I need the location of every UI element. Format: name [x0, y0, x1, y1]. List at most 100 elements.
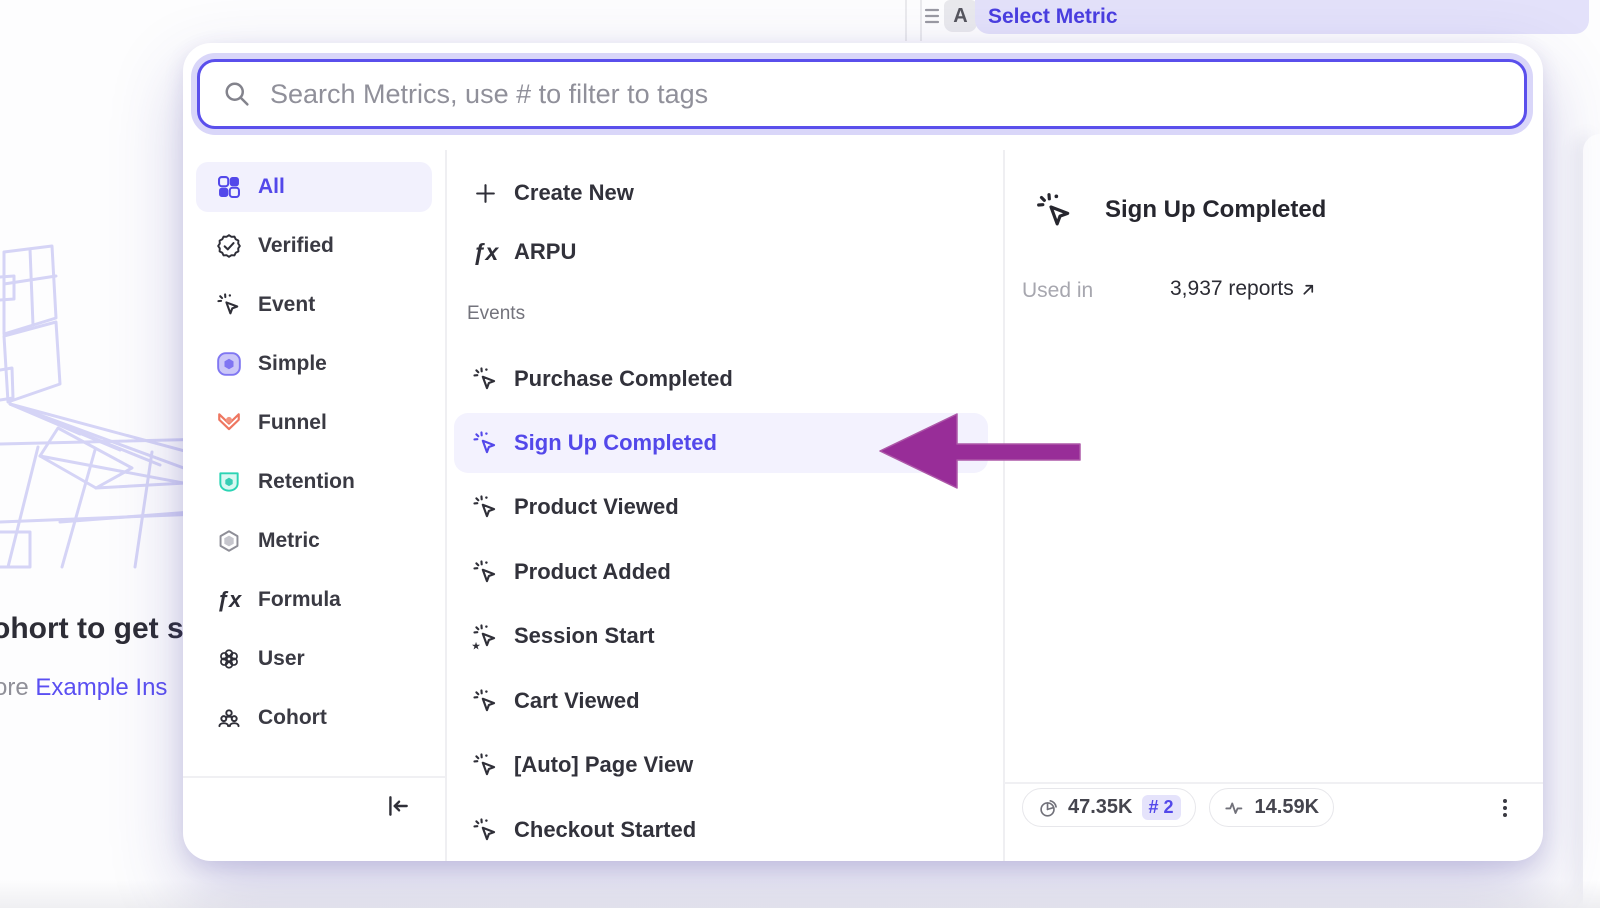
- list-item-cart-viewed[interactable]: Cart Viewed: [454, 671, 988, 731]
- simple-icon: [216, 351, 242, 377]
- sidebar-item-user[interactable]: User: [196, 634, 432, 684]
- event-cursor-icon: [472, 688, 499, 715]
- list-item-label: Product Viewed: [514, 494, 679, 520]
- event-cursor-icon: [472, 752, 499, 779]
- sidebar-item-label: Formula: [258, 588, 341, 612]
- collapse-sidebar-button[interactable]: [383, 791, 413, 821]
- plus-icon: [472, 180, 499, 207]
- sidebar-item-simple[interactable]: Simple: [196, 339, 432, 389]
- category-sidebar: All Verified Event Simple: [196, 162, 432, 752]
- external-link-icon: [1301, 282, 1316, 297]
- panel-divider: [905, 0, 907, 41]
- events-section-header: Events: [467, 303, 525, 325]
- sidebar-item-label: Simple: [258, 352, 327, 376]
- list-item-label: Product Added: [514, 559, 671, 585]
- more-options-button[interactable]: [1488, 791, 1522, 825]
- list-item-purchase-completed[interactable]: Purchase Completed: [454, 349, 988, 409]
- collapse-left-icon: [385, 793, 411, 819]
- rank-chip: # 2: [1142, 795, 1181, 820]
- grid-icon: [216, 174, 242, 200]
- metric-hexagon-icon: [216, 528, 242, 554]
- list-item-label: Checkout Started: [514, 817, 696, 843]
- formula-fx-icon: ƒx: [216, 587, 242, 613]
- page-bottom-shadow: [0, 880, 1600, 908]
- subtext-prefix: ore: [0, 674, 35, 701]
- drag-handle-icon[interactable]: [923, 4, 943, 28]
- sidebar-item-event[interactable]: Event: [196, 280, 432, 330]
- sidebar-item-label: Retention: [258, 470, 355, 494]
- event-cursor-icon: [472, 559, 499, 586]
- stat-badges: 47.35K # 2 14.59K: [1022, 788, 1334, 827]
- list-item-session-start[interactable]: ★ Session Start: [454, 606, 988, 666]
- search-icon: [222, 79, 252, 109]
- event-cursor-icon: [472, 366, 499, 393]
- search-input[interactable]: [270, 62, 1524, 126]
- list-item-label: Session Start: [514, 623, 655, 649]
- event-cursor-star-icon: ★: [472, 623, 499, 650]
- sidebar-item-metric[interactable]: Metric: [196, 516, 432, 566]
- user-cluster-icon: [216, 646, 242, 672]
- select-metric-bar[interactable]: Select Metric: [975, 0, 1589, 34]
- empty-state-subtext: ore Example Ins: [0, 674, 167, 702]
- reports-count: 3,937 reports: [1170, 277, 1294, 301]
- list-item-label: Cart Viewed: [514, 688, 640, 714]
- kebab-menu-icon: [1493, 796, 1517, 820]
- sidebar-item-label: Cohort: [258, 706, 327, 730]
- panel-divider: [920, 0, 922, 41]
- sidebar-item-funnel[interactable]: Funnel: [196, 398, 432, 448]
- list-item-label: ARPU: [514, 239, 576, 265]
- activity-count-badge[interactable]: 14.59K: [1209, 788, 1335, 827]
- create-new-label: Create New: [514, 180, 634, 206]
- list-item-auto-page-view[interactable]: [Auto] Page View: [454, 735, 988, 795]
- empty-state-heading: ohort to get s: [0, 612, 184, 646]
- cohort-people-icon: [216, 705, 242, 731]
- example-insights-link[interactable]: Example Ins: [35, 674, 167, 701]
- list-item-checkout-started[interactable]: Checkout Started: [454, 800, 988, 860]
- column-divider: [445, 150, 447, 861]
- detail-divider: [1004, 782, 1543, 784]
- metric-picker-modal: All Verified Event Simple: [183, 43, 1543, 861]
- create-new-button[interactable]: Create New: [454, 171, 988, 215]
- list-item-label: Purchase Completed: [514, 366, 733, 392]
- funnel-icon: [216, 410, 242, 436]
- sidebar-item-retention[interactable]: Retention: [196, 457, 432, 507]
- event-cursor-icon: [1035, 191, 1075, 231]
- svg-text:★: ★: [472, 640, 481, 649]
- list-item-product-added[interactable]: Product Added: [454, 542, 988, 602]
- total-count-badge[interactable]: 47.35K # 2: [1022, 788, 1196, 827]
- sidebar-item-label: Funnel: [258, 411, 327, 435]
- detail-title: Sign Up Completed: [1105, 196, 1326, 224]
- event-cursor-icon: [472, 430, 499, 457]
- select-metric-label: Select Metric: [988, 5, 1118, 29]
- page: ohort to get s ore Example Ins A Select …: [0, 0, 1600, 908]
- column-divider: [1003, 150, 1005, 861]
- used-in-reports-link[interactable]: 3,937 reports: [1170, 277, 1316, 301]
- sidebar-item-label: Event: [258, 293, 315, 317]
- verified-seal-icon: [216, 233, 242, 259]
- sidebar-item-all[interactable]: All: [196, 162, 432, 212]
- list-item-arpu[interactable]: ƒx ARPU: [454, 230, 988, 274]
- stat-value: 47.35K: [1068, 796, 1133, 819]
- sidebar-item-label: User: [258, 647, 305, 671]
- activity-icon: [1224, 797, 1246, 819]
- formula-fx-icon: ƒx: [472, 239, 499, 266]
- event-cursor-icon: [472, 494, 499, 521]
- list-item-sign-up-completed[interactable]: Sign Up Completed: [454, 413, 988, 473]
- sidebar-item-cohort[interactable]: Cohort: [196, 693, 432, 743]
- sidebar-item-verified[interactable]: Verified: [196, 221, 432, 271]
- sidebar-item-formula[interactable]: ƒx Formula: [196, 575, 432, 625]
- series-a-badge: A: [944, 0, 977, 32]
- background-panel-edge: [1583, 134, 1600, 908]
- list-item-label: [Auto] Page View: [514, 752, 693, 778]
- sidebar-item-label: Verified: [258, 234, 334, 258]
- event-cursor-icon: [472, 817, 499, 844]
- event-cursor-icon: [216, 292, 242, 318]
- list-item-label: Sign Up Completed: [514, 430, 717, 456]
- list-item-product-viewed[interactable]: Product Viewed: [454, 477, 988, 537]
- pie-chart-icon: [1037, 797, 1059, 819]
- sidebar-item-label: All: [258, 175, 285, 199]
- stat-value: 14.59K: [1255, 796, 1320, 819]
- search-box[interactable]: [197, 59, 1527, 129]
- sidebar-item-label: Metric: [258, 529, 320, 553]
- used-in-label: Used in: [1022, 279, 1093, 303]
